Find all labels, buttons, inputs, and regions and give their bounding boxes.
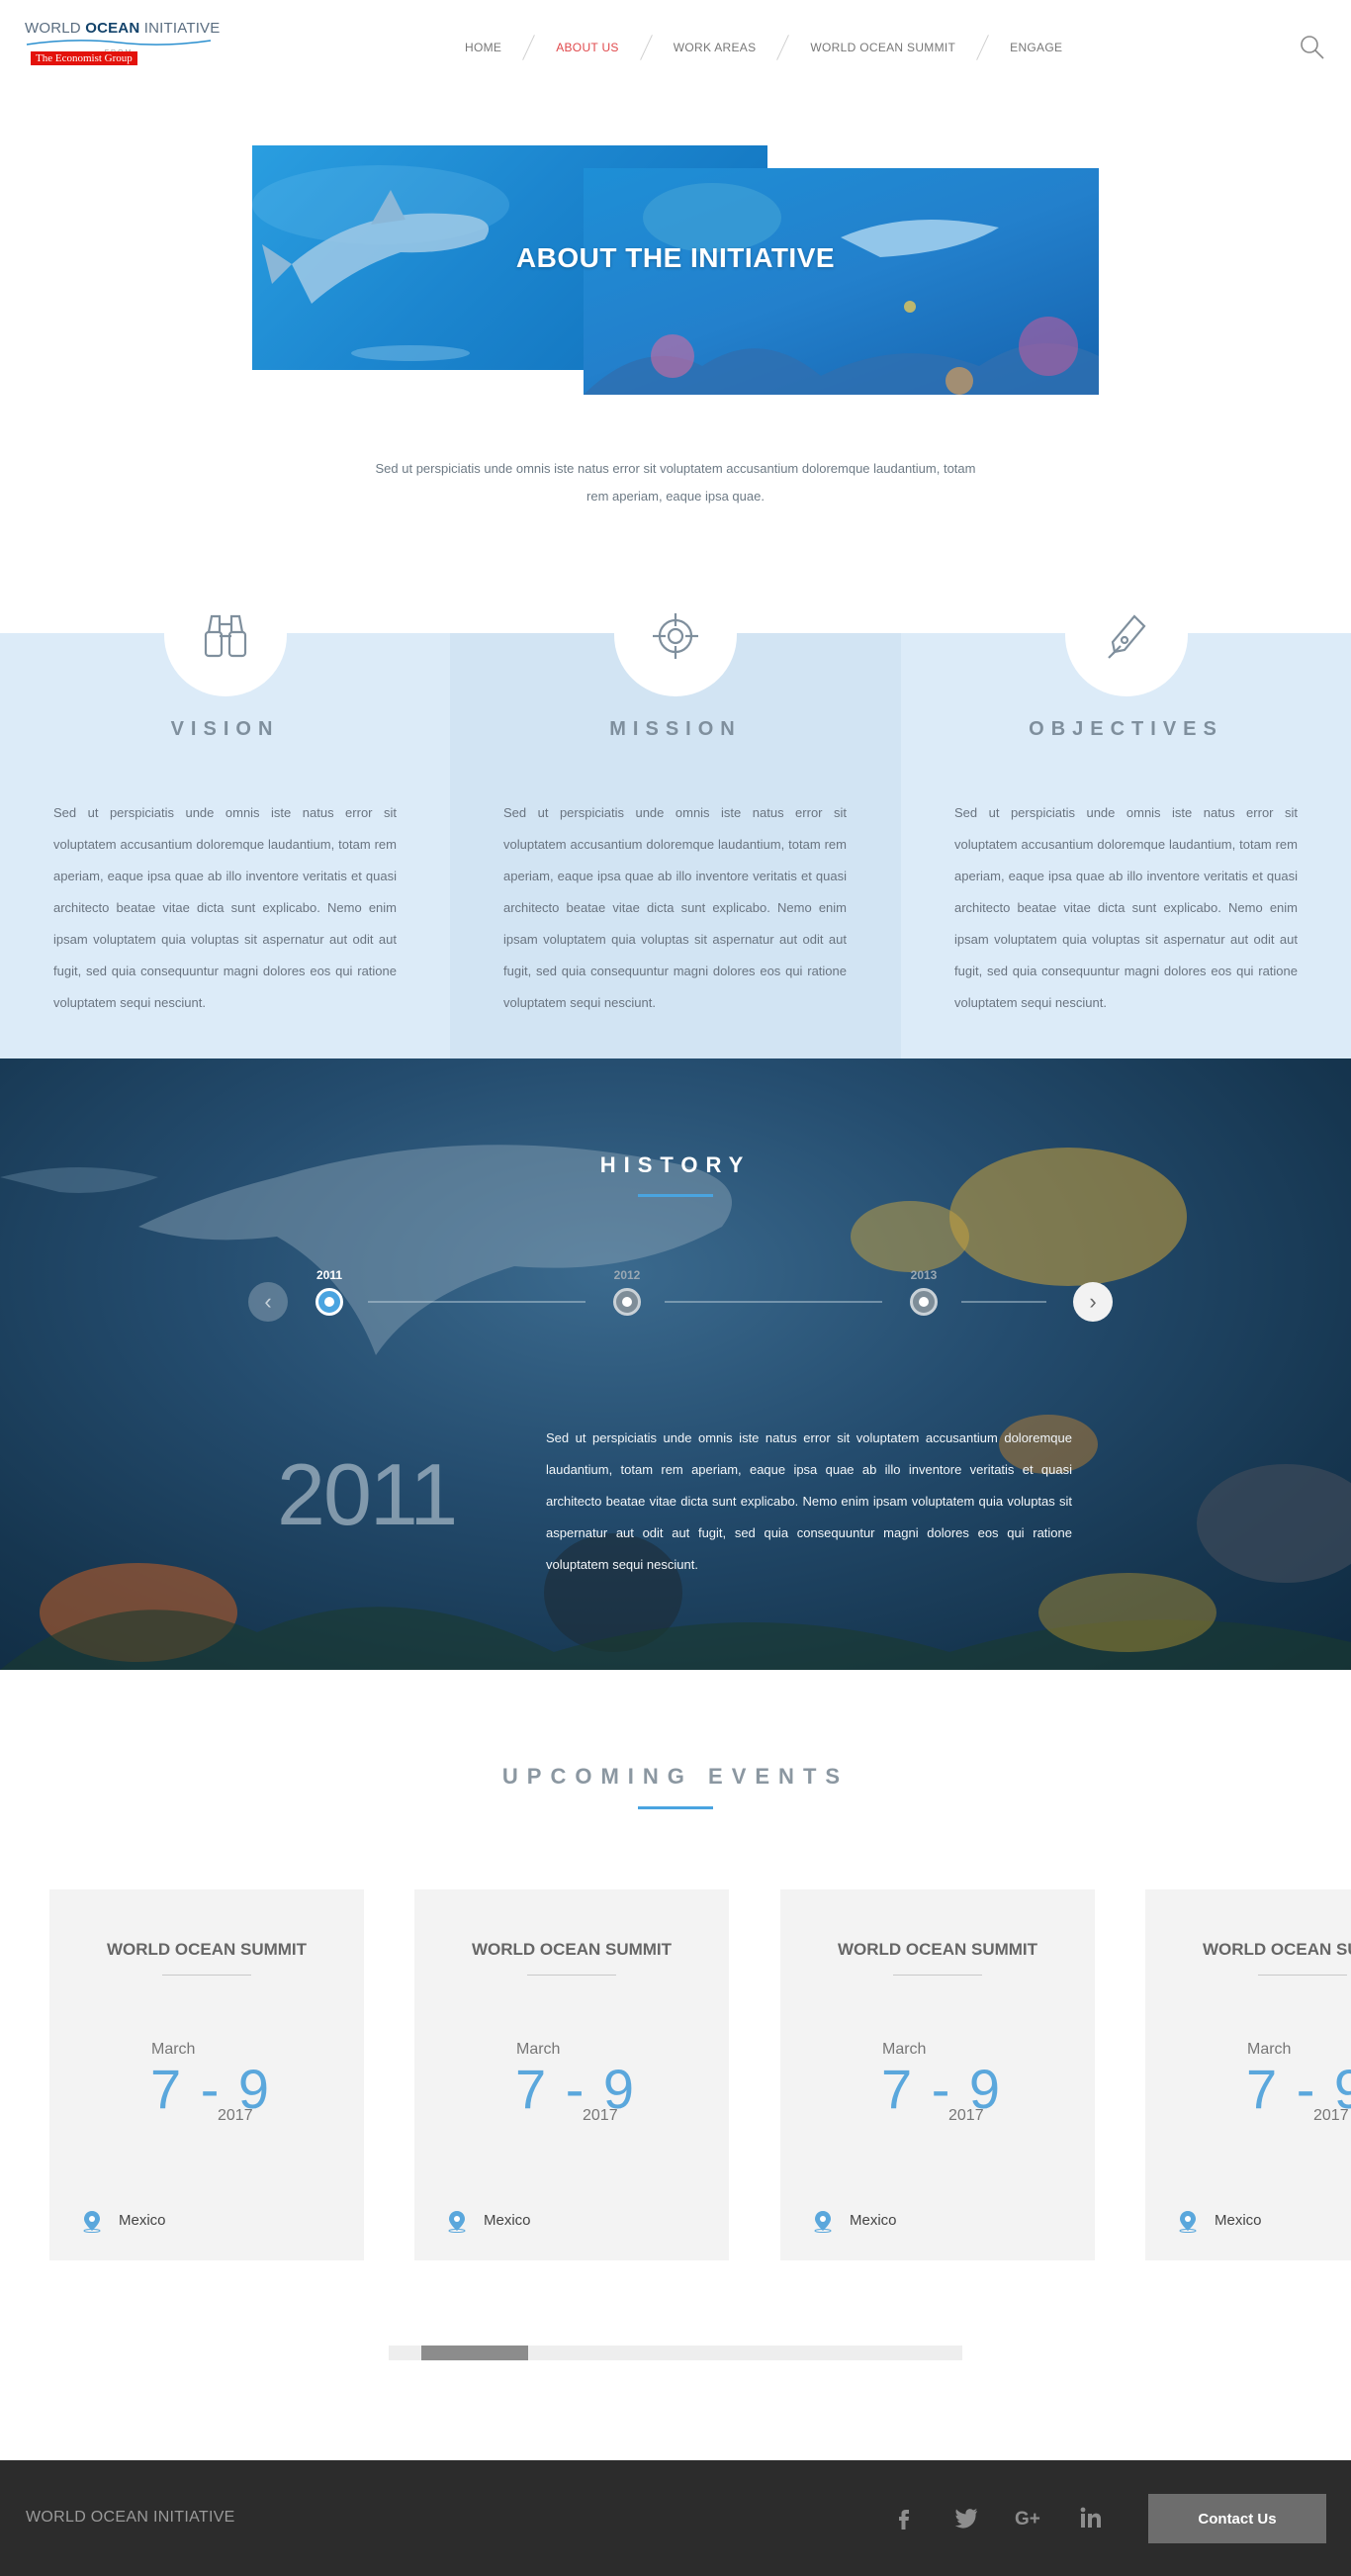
crosshair-icon xyxy=(653,613,698,659)
pen-nib-icon xyxy=(1107,614,1145,659)
nav-item-world-ocean-summit[interactable]: WORLD OCEAN SUMMIT xyxy=(810,41,955,54)
contact-us-button[interactable]: Contact Us xyxy=(1148,2494,1326,2543)
event-month: March xyxy=(882,2041,927,2058)
logo-title: WORLD OCEAN INITIATIVE xyxy=(25,20,221,37)
site-footer: WORLD OCEAN INITIATIVE G+ Contact Us xyxy=(0,2460,1351,2576)
event-title: WORLD OCEAN SUMMIT xyxy=(471,1940,673,1959)
pillar-title: OBJECTIVES xyxy=(1029,718,1223,740)
timeline-line xyxy=(665,1301,882,1303)
history-text: Sed ut perspiciatis unde omnis iste natu… xyxy=(546,1430,1072,1572)
search-icon[interactable] xyxy=(1299,34,1326,61)
timeline-line xyxy=(368,1301,585,1303)
hero-banner: ABOUT THE INITIATIVE xyxy=(252,145,1099,395)
pillars-section: VISION Sed ut perspiciatis unde omnis is… xyxy=(0,574,1351,1058)
nav-divider xyxy=(776,35,790,60)
map-pin-icon xyxy=(814,2211,832,2233)
map-pin-icon xyxy=(448,2211,466,2233)
chevron-right-icon: › xyxy=(1089,1289,1097,1314)
event-month: March xyxy=(516,2041,561,2058)
main-nav: HOME ABOUT US WORK AREAS WORLD OCEAN SUM… xyxy=(465,28,1062,67)
nav-item-engage[interactable]: ENGAGE xyxy=(1010,41,1062,54)
binoculars-icon xyxy=(204,614,246,658)
linkedin-icon[interactable] xyxy=(1077,2504,1105,2531)
event-year: 2017 xyxy=(218,2107,253,2124)
logo-wave-icon xyxy=(26,40,212,46)
nav-item-home[interactable]: HOME xyxy=(465,41,501,54)
nav-divider xyxy=(522,35,536,60)
events-scrollbar[interactable] xyxy=(389,2346,962,2360)
event-year: 2017 xyxy=(948,2107,984,2124)
event-year: 2017 xyxy=(1313,2107,1349,2124)
timeline-year-label[interactable]: 2011 xyxy=(300,1268,359,1282)
facebook-icon[interactable] xyxy=(890,2504,918,2531)
site-header: WORLD OCEAN INITIATIVE FROM The Economis… xyxy=(0,0,1351,95)
pillar-objectives: OBJECTIVES Sed ut perspiciatis unde omni… xyxy=(901,574,1351,1058)
timeline-dot[interactable] xyxy=(315,1288,343,1316)
card-divider xyxy=(527,1975,616,1976)
event-title: WORLD OCEAN SUMMIT xyxy=(106,1940,308,1959)
card-divider xyxy=(162,1975,251,1976)
nav-item-work-areas[interactable]: WORK AREAS xyxy=(674,41,757,54)
timeline-dot[interactable] xyxy=(910,1288,938,1316)
timeline-year-label[interactable]: 2013 xyxy=(894,1268,953,1282)
event-title: WORLD OCEAN SUMMIT xyxy=(1202,1940,1351,1959)
pillar-icon-circle xyxy=(163,574,287,696)
events-scrollbar-thumb[interactable] xyxy=(421,2346,528,2360)
pillar-icon-circle xyxy=(614,574,737,696)
nav-item-about-us[interactable]: ABOUT US xyxy=(556,41,619,54)
selected-year: 2011 xyxy=(277,1445,458,1543)
map-pin-icon xyxy=(1179,2211,1197,2233)
pillar-text: Sed ut perspiciatis unde omnis iste natu… xyxy=(954,805,1298,1010)
pillar-vision: VISION Sed ut perspiciatis unde omnis is… xyxy=(0,574,450,1058)
event-year: 2017 xyxy=(583,2107,618,2124)
timeline-year-label[interactable]: 2012 xyxy=(597,1268,657,1282)
history-title: HISTORY xyxy=(599,1152,752,1177)
pillar-mission: MISSION Sed ut perspiciatis unde omnis i… xyxy=(450,574,901,1058)
title-underline xyxy=(638,1806,713,1809)
history-section: HISTORY ‹ › 2011 2012 2013 2011 Sed ut p… xyxy=(0,1058,1351,1670)
twitter-icon[interactable] xyxy=(952,2504,980,2531)
nav-divider xyxy=(639,35,653,60)
card-divider xyxy=(893,1975,982,1976)
pillar-icon-circle xyxy=(1064,574,1188,696)
event-card-clip: WORLD OCEAN SUMMIT March 7 - 9 2017 Mexi… xyxy=(1145,1889,1351,2260)
events-title: UPCOMING EVENTS xyxy=(501,1764,850,1789)
nav-divider xyxy=(976,35,990,60)
pillar-title: MISSION xyxy=(609,718,742,740)
event-month: March xyxy=(151,2041,196,2058)
chevron-left-icon: ‹ xyxy=(264,1289,272,1314)
event-card[interactable]: WORLD OCEAN SUMMIT March 7 - 9 2017 Mexi… xyxy=(414,1889,729,2260)
timeline-line xyxy=(961,1301,1046,1303)
event-location: Mexico xyxy=(484,2212,531,2229)
intro-text: Sed ut perspiciatis unde omnis iste natu… xyxy=(375,461,976,504)
pillar-text: Sed ut perspiciatis unde omnis iste natu… xyxy=(53,805,397,1010)
footer-brand[interactable]: WORLD OCEAN INITIATIVE xyxy=(26,2509,235,2527)
event-month: March xyxy=(1247,2041,1292,2058)
event-title: WORLD OCEAN SUMMIT xyxy=(837,1940,1038,1959)
pillar-title: VISION xyxy=(170,718,280,740)
map-pin-icon xyxy=(83,2211,101,2233)
page-title: ABOUT THE INITIATIVE xyxy=(515,242,836,273)
title-underline xyxy=(638,1194,713,1197)
svg-text:G+: G+ xyxy=(1015,2509,1040,2530)
event-location: Mexico xyxy=(119,2212,166,2229)
hero-image-reef xyxy=(584,168,1099,395)
card-divider xyxy=(1258,1975,1347,1976)
event-card[interactable]: WORLD OCEAN SUMMIT March 7 - 9 2017 Mexi… xyxy=(49,1889,364,2260)
event-location: Mexico xyxy=(1215,2212,1262,2229)
pillar-text: Sed ut perspiciatis unde omnis iste natu… xyxy=(503,805,847,1010)
timeline-dot[interactable] xyxy=(613,1288,641,1316)
timeline-next-button[interactable]: › xyxy=(1073,1282,1113,1322)
google-plus-icon[interactable]: G+ xyxy=(1015,2504,1048,2531)
economist-group-badge[interactable]: The Economist Group xyxy=(31,51,137,65)
event-card[interactable]: WORLD OCEAN SUMMIT March 7 - 9 2017 Mexi… xyxy=(1145,1889,1351,2260)
event-card[interactable]: WORLD OCEAN SUMMIT March 7 - 9 2017 Mexi… xyxy=(780,1889,1095,2260)
event-location: Mexico xyxy=(850,2212,897,2229)
timeline-prev-button[interactable]: ‹ xyxy=(248,1282,288,1322)
